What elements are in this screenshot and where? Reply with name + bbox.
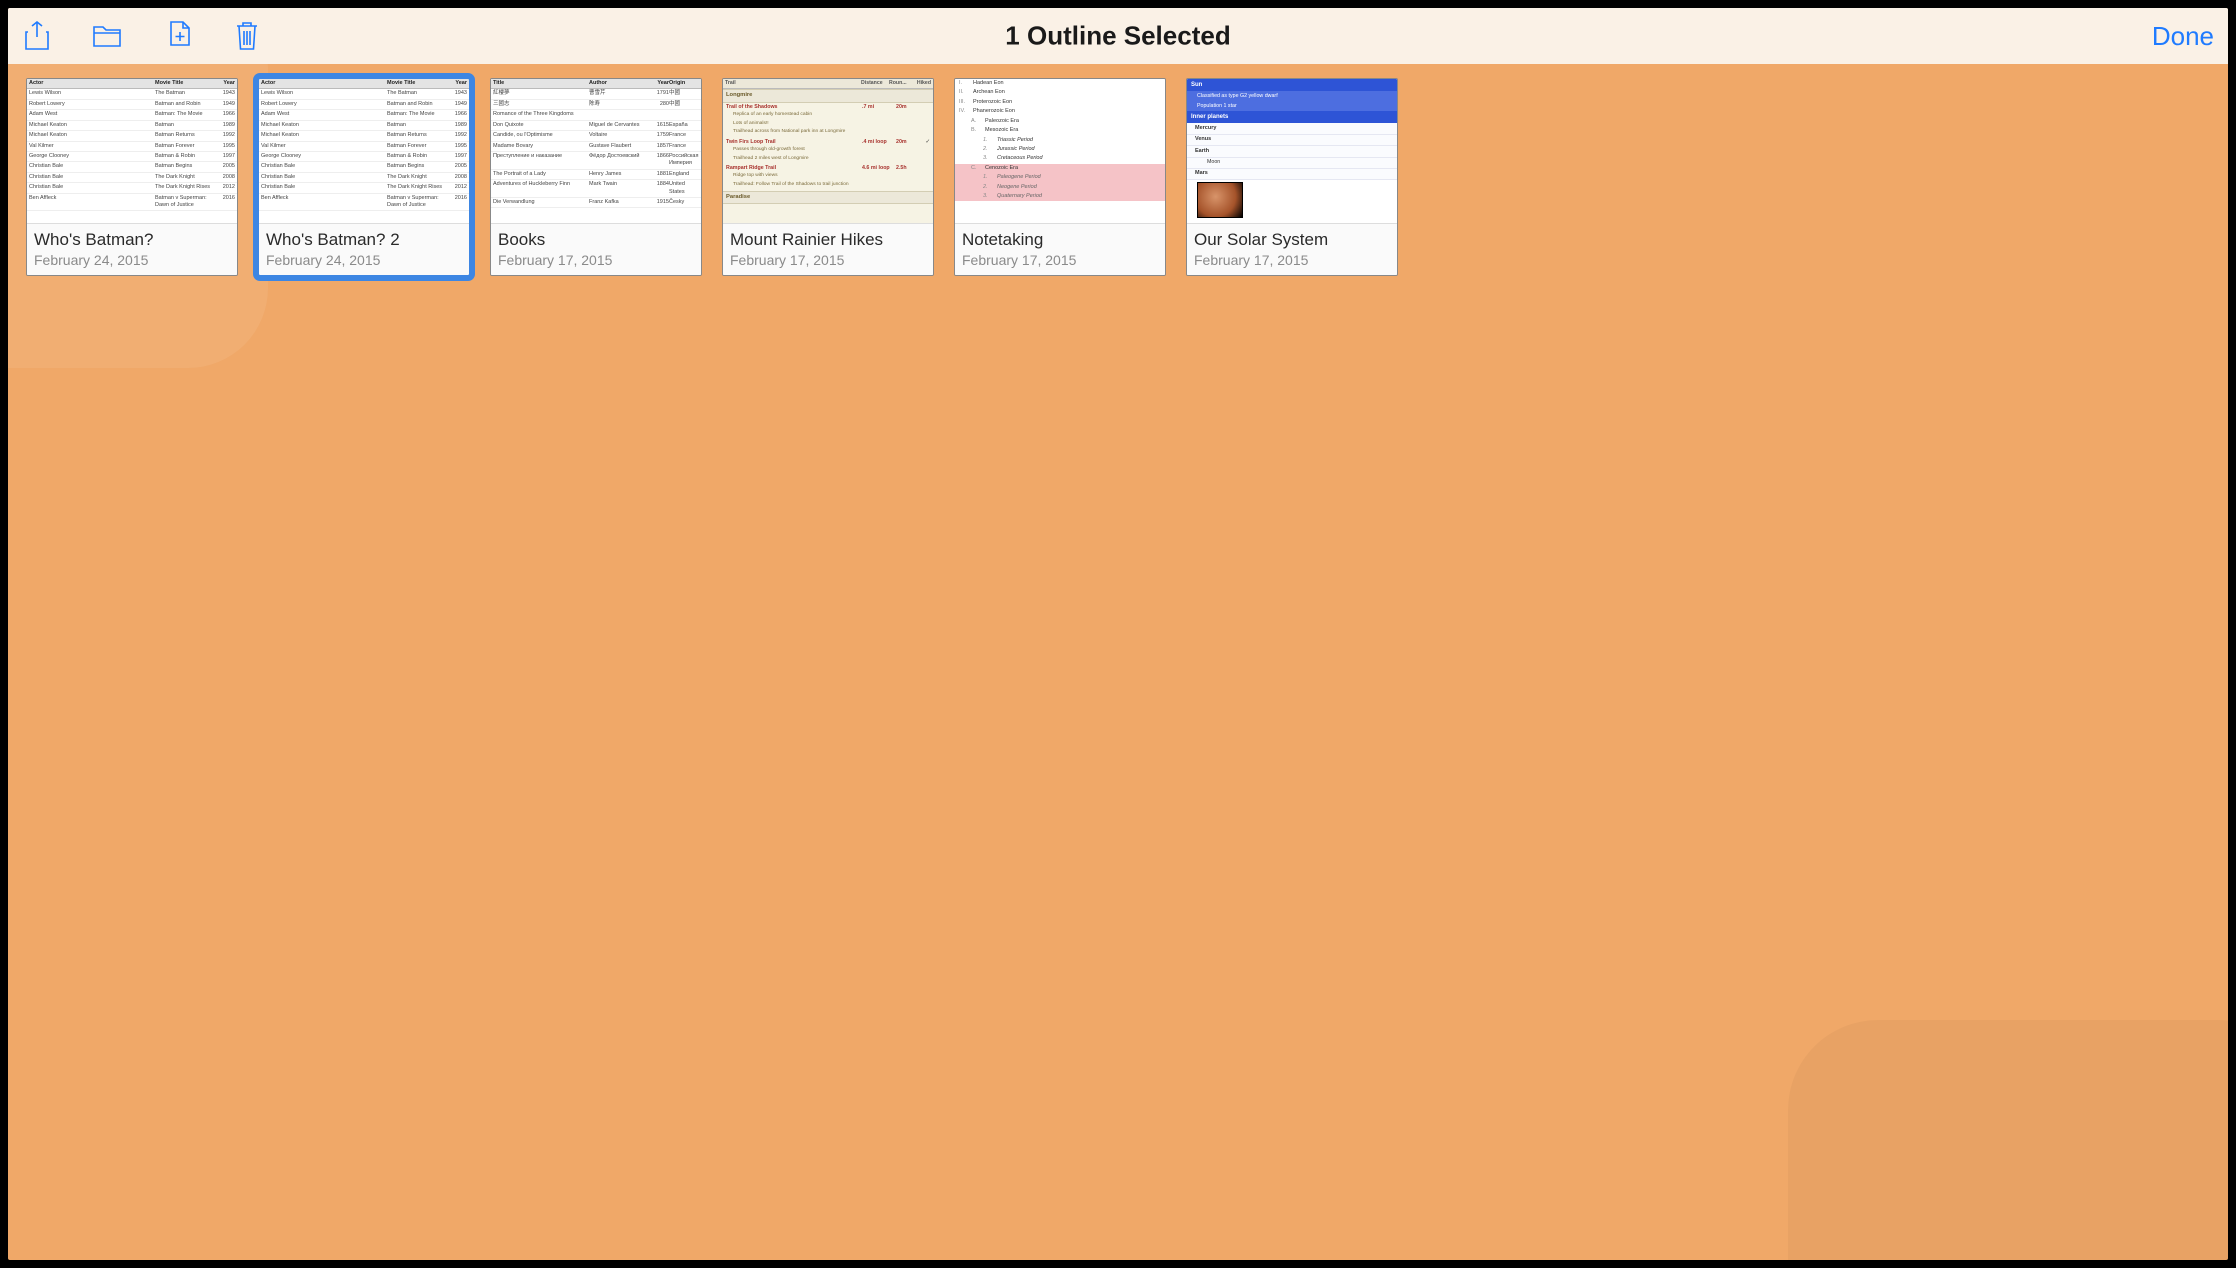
document-date: February 17, 2015	[962, 252, 1158, 268]
document-name: Mount Rainier Hikes	[730, 230, 926, 250]
document-card[interactable]: I.Hadean EonII.Archean EonIII.Proterozoi…	[954, 78, 1166, 276]
document-thumbnail: SunClassified as type G2 yellow dwarfPop…	[1187, 79, 1397, 223]
document-thumbnail: TrailDistanceRoun...HikedLongmireTrail o…	[723, 79, 933, 223]
document-card[interactable]: ActorMovie TitleYearLewis WilsonThe Batm…	[258, 78, 470, 276]
duplicate-icon[interactable]	[162, 21, 192, 51]
document-caption: Who's Batman? 2 February 24, 2015	[259, 223, 469, 275]
documents-grid: ActorMovie TitleYearLewis WilsonThe Batm…	[8, 64, 2228, 290]
document-date: February 24, 2015	[34, 252, 230, 268]
document-card[interactable]: SunClassified as type G2 yellow dwarfPop…	[1186, 78, 1398, 276]
toolbar-actions	[22, 21, 262, 51]
document-caption: Our Solar System February 17, 2015	[1187, 223, 1397, 275]
page-title: 1 Outline Selected	[1005, 21, 1230, 52]
document-thumbnail: ActorMovie TitleYearLewis WilsonThe Batm…	[27, 79, 237, 223]
toolbar: 1 Outline Selected Done	[8, 8, 2228, 64]
document-card[interactable]: TrailDistanceRoun...HikedLongmireTrail o…	[722, 78, 934, 276]
trash-icon[interactable]	[232, 21, 262, 51]
document-caption: Books February 17, 2015	[491, 223, 701, 275]
folder-icon[interactable]	[92, 21, 122, 51]
app-frame: 1 Outline Selected Done ActorMovie Title…	[8, 8, 2228, 1260]
document-name: Who's Batman?	[34, 230, 230, 250]
done-button[interactable]: Done	[2152, 21, 2214, 52]
document-thumbnail: I.Hadean EonII.Archean EonIII.Proterozoi…	[955, 79, 1165, 223]
document-date: February 17, 2015	[1194, 252, 1390, 268]
document-thumbnail: TitleAuthorYearOrigin紅樓夢曹雪芹1791中國三國志陈寿28…	[491, 79, 701, 223]
share-icon[interactable]	[22, 21, 52, 51]
document-name: Who's Batman? 2	[266, 230, 462, 250]
document-card[interactable]: ActorMovie TitleYearLewis WilsonThe Batm…	[26, 78, 238, 276]
document-name: Notetaking	[962, 230, 1158, 250]
document-thumbnail: ActorMovie TitleYearLewis WilsonThe Batm…	[259, 79, 469, 223]
document-caption: Mount Rainier Hikes February 17, 2015	[723, 223, 933, 275]
document-caption: Notetaking February 17, 2015	[955, 223, 1165, 275]
document-caption: Who's Batman? February 24, 2015	[27, 223, 237, 275]
mars-image	[1197, 182, 1243, 218]
document-card[interactable]: TitleAuthorYearOrigin紅樓夢曹雪芹1791中國三國志陈寿28…	[490, 78, 702, 276]
document-name: Books	[498, 230, 694, 250]
document-date: February 17, 2015	[730, 252, 926, 268]
document-date: February 24, 2015	[266, 252, 462, 268]
document-date: February 17, 2015	[498, 252, 694, 268]
document-name: Our Solar System	[1194, 230, 1390, 250]
